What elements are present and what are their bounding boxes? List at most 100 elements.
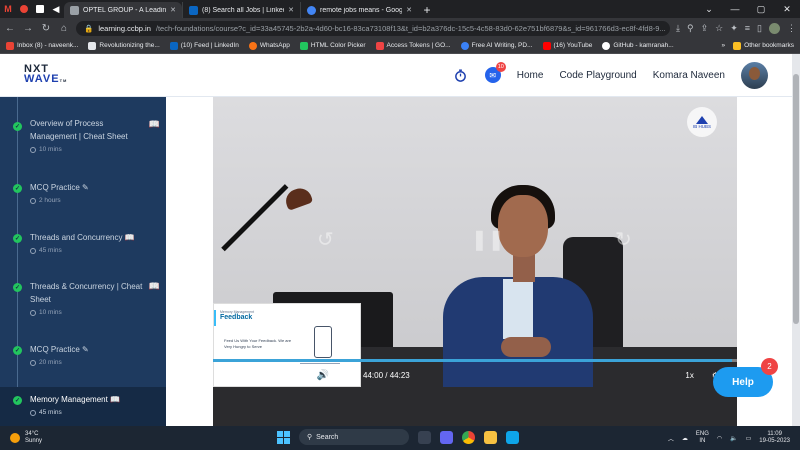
- search-icon: ⚲: [307, 434, 313, 441]
- duration-text: 2 hours: [39, 197, 61, 204]
- color-picker-icon: [299, 41, 308, 50]
- bookmark-revolutionizing[interactable]: Revolutionizing the...: [88, 41, 160, 50]
- zoom-icon[interactable]: ⚲: [687, 23, 694, 34]
- home-icon[interactable]: ⌂: [58, 23, 70, 34]
- close-icon[interactable]: ✕: [170, 6, 176, 14]
- profile-avatar[interactable]: [769, 22, 780, 34]
- volume-icon[interactable]: 🔊: [317, 370, 329, 381]
- language-indicator[interactable]: ENG IN: [696, 431, 709, 445]
- bookmark-access-tokens[interactable]: Access Tokens | GO...: [375, 41, 451, 50]
- other-bookmarks-folder[interactable]: Other bookmarks: [733, 41, 794, 50]
- forward-overlay-icon[interactable]: ↻: [615, 227, 632, 252]
- new-tab-button[interactable]: +: [418, 2, 436, 18]
- bookmarks-bar: Inbox (8) - naveenk... Revolutionizing t…: [0, 38, 800, 54]
- url-path: /tech-foundations/course?c_id=33a45745-2…: [155, 23, 666, 33]
- sidebar-item-title: MCQ Practice: [30, 183, 80, 192]
- video-progress-bar[interactable]: [213, 359, 737, 362]
- book-icon: 📖: [148, 119, 160, 129]
- bookmark-whatsapp[interactable]: WhatsApp: [248, 41, 290, 50]
- reload-icon[interactable]: ↻: [40, 23, 52, 34]
- cloud-icon[interactable]: ☁: [682, 435, 688, 442]
- sidebar-item-threads-concurrency[interactable]: ✓ Threads and Concurrency 📖 45 mins: [0, 231, 166, 254]
- chrome-icon[interactable]: [462, 430, 475, 444]
- logo-suffix: TM: [59, 78, 68, 83]
- course-sidebar: ✓ Overview of Process Management | Cheat…: [0, 97, 166, 426]
- clock-icon: [30, 309, 36, 316]
- task-view-icon[interactable]: [418, 430, 431, 444]
- lang-bottom: IN: [699, 438, 706, 444]
- extensions-icon[interactable]: ✦: [730, 23, 738, 34]
- sidebar-item-mcq-practice-1[interactable]: ✓ MCQ Practice ✎ 2 hours: [0, 181, 166, 204]
- tab-linkedin-jobs[interactable]: (8) Search all Jobs | LinkedIn ✕: [182, 2, 300, 18]
- nav-code-playground[interactable]: Code Playground: [559, 70, 636, 81]
- rewind-10-icon[interactable]: ↺: [262, 370, 270, 381]
- pause-icon[interactable]: ❚❚: [231, 370, 248, 381]
- back-icon[interactable]: ←: [4, 23, 16, 34]
- tray-chevron-icon[interactable]: ︿: [668, 434, 674, 443]
- clock[interactable]: 11:09 19-05-2023: [759, 431, 790, 445]
- close-icon[interactable]: ✕: [288, 6, 294, 14]
- teams-chat-icon[interactable]: [440, 430, 453, 444]
- reading-list-icon[interactable]: ≡: [745, 23, 750, 33]
- pinned-tab-2[interactable]: [16, 0, 32, 18]
- bookmark-youtube[interactable]: (16) YouTube: [542, 41, 592, 50]
- sidebar-item-process-cheat-sheet[interactable]: ✓ Overview of Process Management | Cheat…: [0, 117, 166, 153]
- taskbar-search[interactable]: ⚲ Search: [299, 429, 409, 445]
- video-progress-fill: [213, 359, 733, 362]
- gmail-pinned-tab[interactable]: M: [0, 0, 16, 18]
- speaker-tray-icon[interactable]: 🔈: [730, 435, 737, 442]
- bookmark-star-icon[interactable]: ☆: [715, 23, 723, 34]
- tab-optel[interactable]: OPTEL GROUP - A Leading Provi ✕: [64, 2, 182, 18]
- forward-icon[interactable]: →: [22, 23, 34, 34]
- minimize-icon[interactable]: —: [722, 0, 748, 18]
- url-input[interactable]: 🔒 learning.ccbp.in/tech-foundations/cour…: [76, 20, 671, 36]
- close-window-icon[interactable]: ✕: [774, 0, 800, 18]
- more-bookmarks-button[interactable]: »: [722, 42, 726, 49]
- video-player[interactable]: ↺ ❚❚ ↻ IB HUBS Memory Management Feedbac…: [213, 97, 737, 387]
- pinned-tab-4[interactable]: ◀: [48, 0, 64, 18]
- video-bottom-strip: [213, 387, 737, 426]
- nxtwave-logo[interactable]: NXT WAVETM: [24, 64, 67, 86]
- chat-badge: 10: [495, 62, 506, 72]
- bookmark-html-color-picker[interactable]: HTML Color Picker: [299, 41, 366, 50]
- menu-icon[interactable]: ⋮: [787, 23, 796, 34]
- close-icon[interactable]: ✕: [406, 6, 412, 14]
- file-explorer-icon[interactable]: [484, 430, 497, 444]
- toolbar-actions: ⤓ ⚲ ⇪ ☆ ✦ ≡ ▯ ⋮: [676, 22, 796, 34]
- windows-start-icon[interactable]: [277, 430, 290, 444]
- sidebar-item-mcq-practice-2[interactable]: ✓ MCQ Practice ✎ 20 mins: [0, 343, 166, 366]
- weather-condition: Sunny: [25, 438, 43, 444]
- sidebar-icon[interactable]: ▯: [757, 23, 762, 34]
- video-controls: ❚❚ ↺ ↻ 🔊 44:00 / 44:23 1x ⚙: [213, 365, 737, 385]
- pause-overlay-icon[interactable]: ❚❚: [471, 227, 505, 252]
- share-icon[interactable]: ⇪: [701, 23, 709, 34]
- rewind-overlay-icon[interactable]: ↺: [317, 227, 334, 252]
- sidebar-item-threads-cheat-sheet[interactable]: ✓ Threads & Concurrency | Cheat Sheet 📖 …: [0, 280, 166, 316]
- nav-home[interactable]: Home: [517, 70, 544, 81]
- pinned-tab-3[interactable]: [32, 0, 48, 18]
- forward-10-icon[interactable]: ↻: [284, 370, 292, 381]
- chat-button[interactable]: ✉ 10: [484, 62, 506, 83]
- sidebar-item-memory-management[interactable]: ✓ Memory Management 📖 45 mins: [0, 387, 166, 426]
- duration: 10 mins: [30, 146, 166, 153]
- tab-google-search[interactable]: remote jobs means - Google Sea ✕: [300, 2, 418, 18]
- check-icon: ✓: [13, 396, 22, 405]
- scrollbar-thumb[interactable]: [793, 74, 799, 324]
- user-name[interactable]: Komara Naveen: [653, 70, 725, 81]
- battery-icon[interactable]: ▭: [746, 435, 752, 442]
- maximize-icon[interactable]: ▢: [748, 0, 774, 18]
- mail-icon[interactable]: [506, 430, 519, 444]
- wifi-icon[interactable]: ◠: [717, 435, 722, 442]
- bookmark-linkedin-feed[interactable]: (10) Feed | LinkedIn: [169, 41, 239, 50]
- bookmark-github[interactable]: GitHub - kamranah...: [602, 41, 674, 50]
- bookmark-free-ai-writing[interactable]: Free AI Writing, PD...: [460, 41, 533, 50]
- slide-header: Memory Management Feedback: [214, 310, 360, 326]
- avatar[interactable]: [741, 61, 768, 89]
- timer-icon[interactable]: [453, 67, 469, 83]
- tab-search-icon[interactable]: ⌄: [696, 0, 722, 18]
- page-scrollbar[interactable]: [792, 54, 800, 426]
- weather-widget[interactable]: 34°C Sunny: [10, 431, 42, 445]
- install-icon[interactable]: ⤓: [676, 23, 680, 34]
- playback-speed-button[interactable]: 1x: [685, 371, 693, 380]
- bookmark-inbox[interactable]: Inbox (8) - naveenk...: [6, 41, 78, 50]
